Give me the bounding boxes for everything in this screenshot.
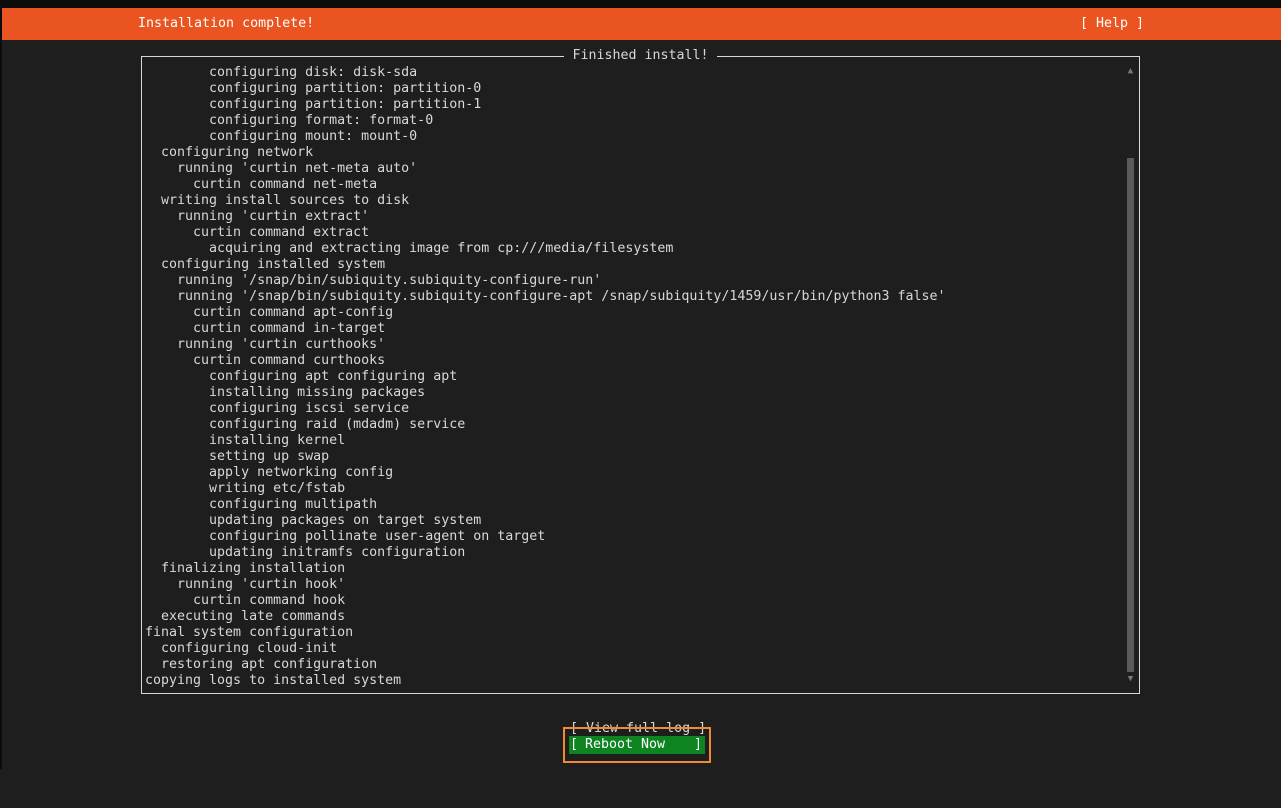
window-left-edge [0,0,2,769]
window-top-edge [0,0,1281,8]
log-line: configuring partition: partition-0 [145,81,482,96]
log-line: curtin command hook [145,593,346,608]
log-lines[interactable]: configuring disk: disk-sda configuring p… [145,65,1120,689]
log-panel-title: Finished install! [564,48,717,63]
log-line: running 'curtin net-meta auto' [145,161,418,176]
header-title: Installation complete! [138,16,315,31]
log-line: running 'curtin curthooks' [145,337,386,352]
log-line: executing late commands [145,609,346,624]
scroll-up-arrow-icon[interactable]: ▲ [1126,65,1135,77]
scroll-thumb[interactable] [1127,158,1134,672]
log-line: configuring iscsi service [145,401,410,416]
log-line: restoring apt configuration [145,657,378,672]
log-line: curtin command curthooks [145,353,386,368]
log-line: updating initramfs configuration [145,545,466,560]
log-line: configuring network [145,145,314,160]
install-log-panel: Finished install! configuring disk: disk… [141,48,1140,694]
log-line: writing install sources to disk [145,193,410,208]
log-line: installing missing packages [145,385,426,400]
log-scrollbar[interactable]: ▲ ▼ [1126,65,1135,685]
header-bar: Installation complete! [ Help ] [2,8,1281,40]
log-line: finalizing installation [145,561,346,576]
log-line: configuring pollinate user-agent on targ… [145,529,546,544]
log-line: configuring partition: partition-1 [145,97,482,112]
reboot-button-right-bracket: ] [693,737,702,752]
log-line: running 'curtin extract' [145,209,370,224]
log-line: configuring cloud-init [145,641,338,656]
log-line: curtin command apt-config [145,305,394,320]
log-line: configuring raid (mdadm) service [145,417,466,432]
log-panel-title-wrap: Finished install! [142,48,1139,64]
log-line: updating packages on target system [145,513,482,528]
reboot-now-button[interactable]: [ Reboot Now ] [569,736,705,754]
log-line: setting up swap [145,449,330,464]
log-line: configuring apt configuring apt [145,369,458,384]
reboot-button-left-bracket: [ [570,737,579,752]
log-line: running '/snap/bin/subiquity.subiquity-c… [145,289,946,304]
log-line: writing etc/fstab [145,481,346,496]
log-line: configuring format: format-0 [145,113,434,128]
reboot-button-label: Reboot Now [585,737,666,752]
log-line: configuring mount: mount-0 [145,129,418,144]
log-line: curtin command in-target [145,321,386,336]
log-line: running '/snap/bin/subiquity.subiquity-c… [145,273,602,288]
log-line: final system configuration [145,625,354,640]
log-line: configuring disk: disk-sda [145,65,418,80]
log-line: configuring multipath [145,497,378,512]
log-line: curtin command extract [145,225,370,240]
scroll-down-arrow-icon[interactable]: ▼ [1126,673,1135,685]
help-button[interactable]: [ Help ] [1080,16,1144,31]
log-line: running 'curtin hook' [145,577,346,592]
log-line: acquiring and extracting image from cp:/… [145,241,674,256]
log-line: apply networking config [145,465,394,480]
log-line: curtin command net-meta [145,177,378,192]
log-line: configuring installed system [145,257,386,272]
log-line: copying logs to installed system [145,673,402,688]
log-line: installing kernel [145,433,346,448]
